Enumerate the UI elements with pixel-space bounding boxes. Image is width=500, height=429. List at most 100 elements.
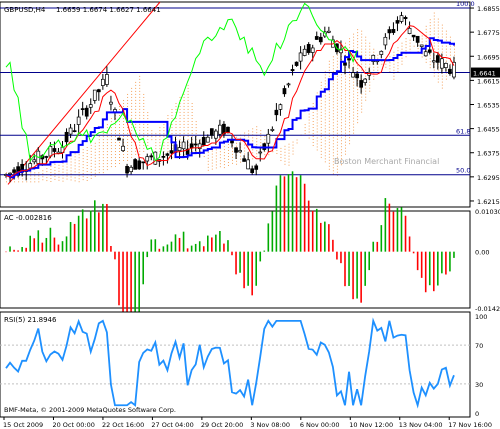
cloud-dot (131, 123, 133, 125)
cloud-dot (66, 166, 68, 168)
cloud-dot (429, 58, 431, 60)
cloud-dot (207, 151, 209, 153)
cloud-dot (397, 47, 399, 49)
cloud-dot (312, 117, 314, 119)
cloud-dot (131, 132, 133, 134)
cloud-dot (215, 149, 217, 151)
cloud-dot (340, 128, 342, 130)
cloud-dot (211, 150, 213, 152)
cloud-dot (336, 123, 338, 125)
cloud-dot (106, 124, 108, 126)
cloud-dot (349, 89, 351, 91)
cloud-dot (135, 84, 137, 86)
cloud-dot (151, 133, 153, 135)
candle-body (238, 150, 242, 153)
cloud-dot (74, 180, 76, 182)
cloud-dot (345, 126, 346, 128)
cloud-dot (119, 157, 120, 159)
cloud-dot (102, 151, 104, 153)
cloud-dot (187, 111, 189, 113)
cloud-dot (98, 163, 100, 165)
cloud-dot (187, 123, 189, 125)
cloud-dot (139, 150, 141, 152)
cloud-dot (171, 133, 173, 135)
cloud-dot (191, 123, 193, 125)
cloud-dot (365, 36, 367, 38)
cloud-dot (316, 92, 318, 94)
cloud-dot (324, 83, 326, 85)
cloud-dot (340, 152, 342, 154)
cloud-dot (336, 117, 338, 119)
cloud-dot (135, 90, 137, 92)
cloud-dot (308, 122, 310, 124)
cloud-dot (151, 130, 153, 132)
cloud-dot (357, 38, 359, 40)
cloud-dot (345, 132, 346, 134)
cloud-dot (340, 113, 342, 115)
cloud-dot (441, 87, 443, 89)
cloud-dot (328, 114, 330, 116)
cloud-dot (365, 90, 367, 92)
cloud-dot (437, 78, 439, 80)
cloud-dot (288, 164, 290, 166)
cloud-dot (320, 129, 322, 131)
cloud-dot (332, 119, 334, 121)
cloud-dot (320, 102, 322, 104)
time-tick-label: 20 Oct 00:00 (52, 421, 94, 429)
cloud-dot (340, 119, 342, 121)
cloud-dot (349, 107, 351, 109)
main-panel[interactable] (0, 1, 471, 208)
cloud-dot (114, 136, 116, 138)
candle-body (105, 74, 109, 85)
cloud-dot (82, 176, 84, 178)
cloud-dot (357, 98, 359, 100)
cloud-dot (272, 151, 274, 153)
candle-body (379, 50, 384, 55)
cloud-dot (393, 78, 395, 80)
cloud-dot (401, 48, 403, 50)
cloud-dot (449, 39, 451, 41)
cloud-dot (139, 90, 141, 92)
ohlc-label: 1.6659 1.6674 1.6627 1.6641 (56, 6, 161, 14)
cloud-dot (147, 118, 149, 120)
cloud-dot (320, 84, 322, 86)
cloud-dot (195, 133, 197, 135)
cloud-dot (98, 172, 100, 174)
cloud-dot (441, 78, 443, 80)
cloud-dot (244, 144, 246, 146)
cloud-dot (401, 60, 403, 62)
cloud-dot (361, 63, 363, 65)
cloud-dot (349, 98, 351, 100)
cloud-dot (66, 175, 68, 177)
cloud-dot (70, 179, 72, 181)
cloud-dot (328, 120, 330, 122)
cloud-dot (393, 51, 395, 53)
cloud-dot (320, 147, 322, 149)
cloud-dot (207, 160, 209, 162)
cloud-dot (131, 156, 133, 158)
cloud-dot (82, 173, 84, 175)
cloud-dot (110, 133, 112, 135)
cloud-dot (449, 54, 451, 56)
cloud-dot (320, 87, 322, 89)
cloud-dot (114, 142, 116, 144)
cloud-dot (336, 132, 338, 134)
cloud-dot (127, 93, 129, 95)
cloud-dot (397, 65, 399, 67)
cloud-dot (288, 152, 290, 154)
cloud-dot (163, 127, 165, 129)
cloud-dot (357, 59, 359, 61)
time-tick-label: 27 Oct 04:00 (151, 421, 193, 429)
cloud-dot (276, 150, 278, 152)
cloud-dot (324, 137, 326, 139)
cloud-dot (349, 44, 351, 46)
cloud-dot (98, 157, 100, 159)
candle-body (435, 55, 440, 63)
cloud-dot (373, 48, 375, 50)
cloud-dot (316, 113, 318, 115)
cloud-dot (365, 99, 367, 101)
cloud-dot (155, 142, 157, 144)
cloud-dot (223, 152, 225, 154)
cloud-dot (349, 113, 351, 115)
cloud-dot (340, 131, 342, 133)
